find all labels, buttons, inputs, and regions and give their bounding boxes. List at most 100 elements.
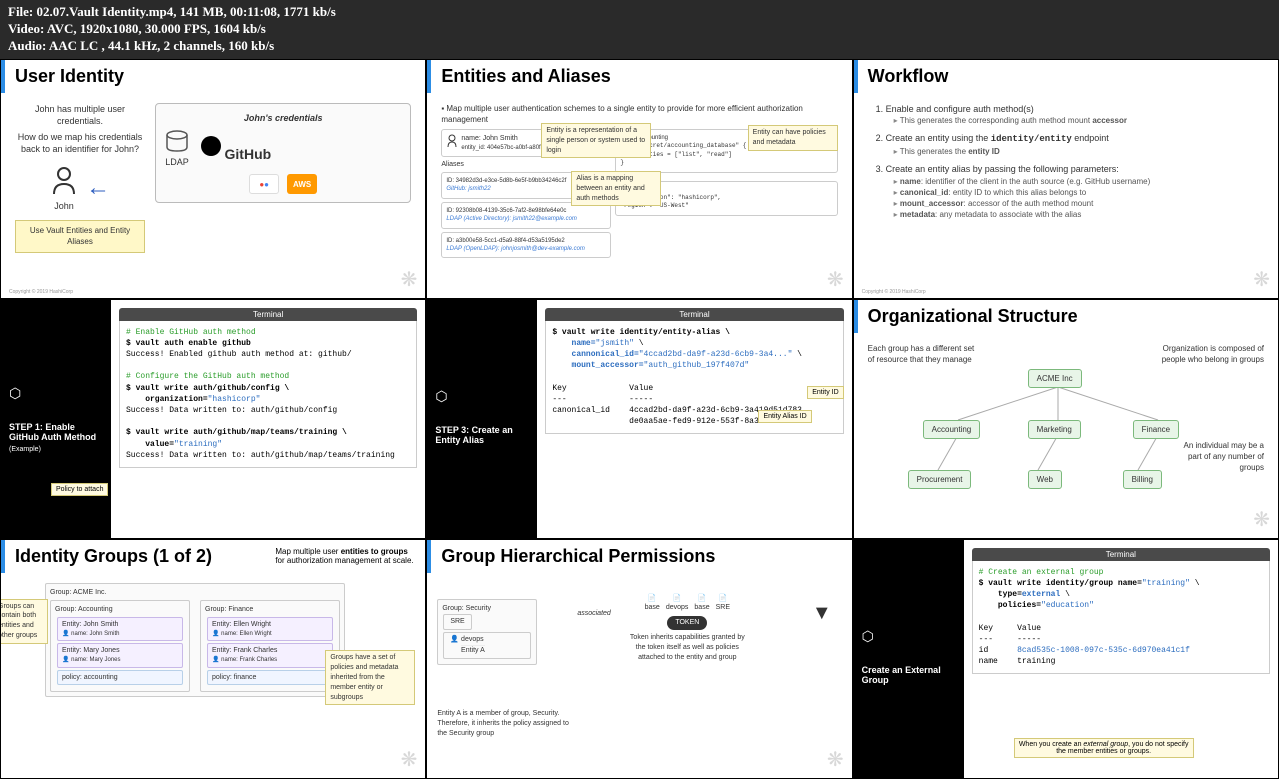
audio-line: Audio: AAC LC , 44.1 kHz, 2 channels, 16…: [8, 38, 1271, 55]
file-info-header: File: 02.07.Vault Identity.mp4, 141 MB, …: [0, 0, 1279, 59]
slide-title: Organizational Structure: [854, 300, 1278, 333]
group-acct: Group: Accounting: [55, 605, 185, 615]
term-l6: $ vault write auth/github/map/teams/trai…: [126, 427, 410, 438]
e3: Entity: Ellen Wright: [212, 620, 328, 630]
wf-item3d: metadata: any metadata to associate with…: [894, 209, 1264, 220]
term-l3: policies="education": [979, 600, 1263, 611]
term-l1: $ vault write identity/entity-alias \: [552, 327, 836, 338]
terminal-header: Terminal: [545, 308, 843, 321]
p1: policy: accounting: [57, 670, 183, 686]
term-l3: $ vault write auth/github/config \: [126, 383, 410, 394]
watermark-icon: ❋: [1253, 267, 1270, 292]
slide-external-group: ⬡ Create an External Group Terminal # Cr…: [854, 540, 1278, 778]
step-title: STEP 1: Enable GitHub Auth Method: [9, 422, 103, 442]
entity-note: Entity is a representation of a single p…: [541, 123, 651, 158]
rnamev: training: [1017, 657, 1055, 666]
subtitle: Map multiple user entities to groups for…: [275, 547, 415, 565]
intro-text-2: How do we map his credentials back to an…: [15, 131, 145, 156]
step-title: Create an External Group: [862, 665, 956, 685]
policy-attach-label: Policy to attach: [51, 483, 108, 496]
slide-step3: ⬡ STEP 3: Create an Entity Alias Termina…: [427, 300, 851, 538]
assoc-label: associated: [577, 609, 610, 619]
hval: Value: [629, 384, 653, 393]
term-c1: # Enable GitHub auth method: [126, 327, 410, 338]
copyright: Copyright © 2019 HashiCorp: [862, 289, 926, 295]
intro-text-1: John has multiple user credentials.: [15, 103, 145, 128]
token-text: Token inherits capabilities granted by t…: [627, 633, 747, 662]
person-icon: [50, 164, 78, 196]
term-l4: organization="hashicorp": [126, 394, 410, 405]
alias3-id: ID: a3b00e58-5cc1-d5a9-88f4-d53a5195de2: [446, 237, 606, 245]
bullet-text: ▪ Map multiple user authentication schem…: [441, 103, 837, 125]
cred-title: John's credentials: [164, 112, 402, 125]
hkey: Key: [979, 624, 993, 633]
ridv: 8cad535c-1008-097c-535c-6d970ea41c1f: [1017, 646, 1190, 655]
term-l4: mount_accessor="auth_github_197f407d": [552, 360, 836, 371]
r1k: canonical_id: [552, 406, 610, 415]
slide-title: User Identity: [1, 60, 425, 93]
org-acme: ACME Inc: [1028, 369, 1082, 388]
hashicorp-icon: ▼: [812, 599, 832, 627]
watermark-icon: ❋: [1253, 507, 1270, 532]
org-bill: Billing: [1123, 470, 1162, 489]
github-icon: [200, 135, 222, 157]
alias3-src: LDAP (OpenLDAP): johnjosmith@dev-example…: [446, 245, 606, 253]
john-label: John: [50, 200, 78, 213]
group-fin: Group: Finance: [205, 605, 335, 615]
org-web: Web: [1028, 470, 1062, 489]
org-acct: Accounting: [923, 420, 981, 439]
term-l1: $ vault auth enable github: [126, 338, 410, 349]
example-label: (Example): [9, 446, 103, 453]
org-fin: Finance: [1133, 420, 1179, 439]
p2: policy: finance: [207, 670, 333, 686]
term-l2: name="jsmith" \: [552, 338, 836, 349]
slide-title: Entities and Aliases: [427, 60, 851, 93]
step-title: STEP 3: Create an Entity Alias: [435, 425, 529, 445]
slide-title: Workflow: [854, 60, 1278, 93]
rname: name: [979, 657, 998, 666]
ldap-db-icon: [164, 130, 190, 152]
wf-item2a: This generates the entity ID: [894, 146, 1264, 157]
watermark-icon: ❋: [827, 747, 844, 772]
group-top: Group: ACME Inc.: [50, 588, 340, 598]
workflow-list: Enable and configure auth method(s) This…: [868, 103, 1264, 221]
video-line: Video: AVC, 1920x1080, 30.000 FPS, 1604 …: [8, 21, 1271, 38]
alias-id-label: Entity Alias ID: [758, 410, 811, 423]
wf-item3c: mount_accessor: accessor of the auth met…: [894, 198, 1264, 209]
token-badge: TOKEN: [667, 616, 707, 630]
e1: Entity: John Smith: [62, 620, 178, 630]
entitya: Entity A: [461, 645, 485, 656]
term-c1: # Create an external group: [979, 567, 1263, 578]
bottom-text: Entity A is a member of group, Security.…: [437, 709, 577, 738]
watermark-icon: ❋: [827, 267, 844, 292]
grp-security: Group: Security: [442, 604, 532, 614]
term-l2: type=external \: [979, 589, 1263, 600]
entity-id-label: Entity ID: [807, 386, 843, 399]
policy-caps: capabilities = ["list", "read"]: [620, 151, 832, 159]
alias2-id: ID: 92308b08-4139-35c6-7af2-8e98bfe64e0c: [446, 207, 606, 215]
person-icon: [446, 134, 458, 148]
gcp-logo: ●●: [249, 174, 279, 194]
arrow-left-icon: ←: [86, 171, 110, 205]
rid: id: [979, 646, 989, 655]
terminal-header: Terminal: [972, 548, 1270, 561]
watermark-icon: ❋: [401, 747, 418, 772]
slide-identity-groups: Identity Groups (1 of 2) Map multiple us…: [1, 540, 425, 778]
wf-item1: Enable and configure auth method(s): [886, 104, 1034, 114]
term-l1: $ vault write identity/group name="train…: [979, 578, 1263, 589]
term-c2: # Configure the GitHub auth method: [126, 371, 410, 382]
org-proc: Procurement: [908, 470, 972, 489]
term-l8: Success! Data written to: auth/github/ma…: [126, 450, 410, 461]
slide-entities-aliases: Entities and Aliases ▪ Map multiple user…: [427, 60, 851, 298]
github-label: GitHub: [225, 145, 272, 161]
term-l2: Success! Enabled github auth method at: …: [126, 349, 410, 360]
slide-title: Identity Groups (1 of 2): [15, 546, 212, 567]
thumbnail-grid: User Identity John has multiple user cre…: [0, 59, 1279, 779]
alias-note: Alias is a mapping between an entity and…: [571, 171, 661, 206]
copyright: Copyright © 2019 HashiCorp: [9, 289, 73, 295]
slide-org-structure: Organizational Structure Each group has …: [854, 300, 1278, 538]
terminal-header: Terminal: [119, 308, 417, 321]
aws-logo: AWS: [287, 174, 317, 194]
sre-item: SRE: [443, 614, 471, 630]
org-mktg: Marketing: [1028, 420, 1081, 439]
